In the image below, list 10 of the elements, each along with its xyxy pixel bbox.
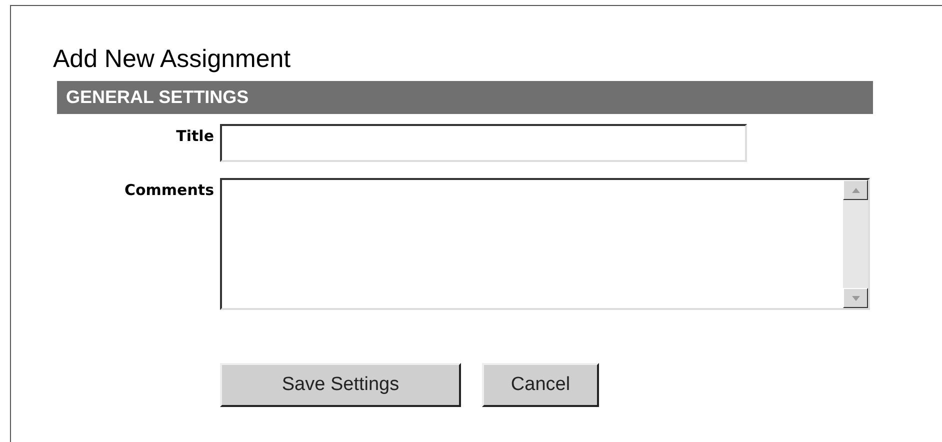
title-input[interactable] (220, 124, 747, 162)
scrollbar[interactable] (843, 180, 868, 308)
page-title: Add New Assignment (53, 44, 292, 75)
field-label: Comments (123, 180, 215, 201)
cancel-button[interactable]: Cancel (482, 363, 599, 407)
section-header: GENERAL SETTINGS (57, 81, 873, 114)
field-label: Title (175, 126, 215, 147)
scroll-down-icon[interactable] (843, 288, 868, 308)
scroll-up-icon[interactable] (843, 180, 868, 200)
save-button[interactable]: Save Settings (220, 363, 461, 407)
